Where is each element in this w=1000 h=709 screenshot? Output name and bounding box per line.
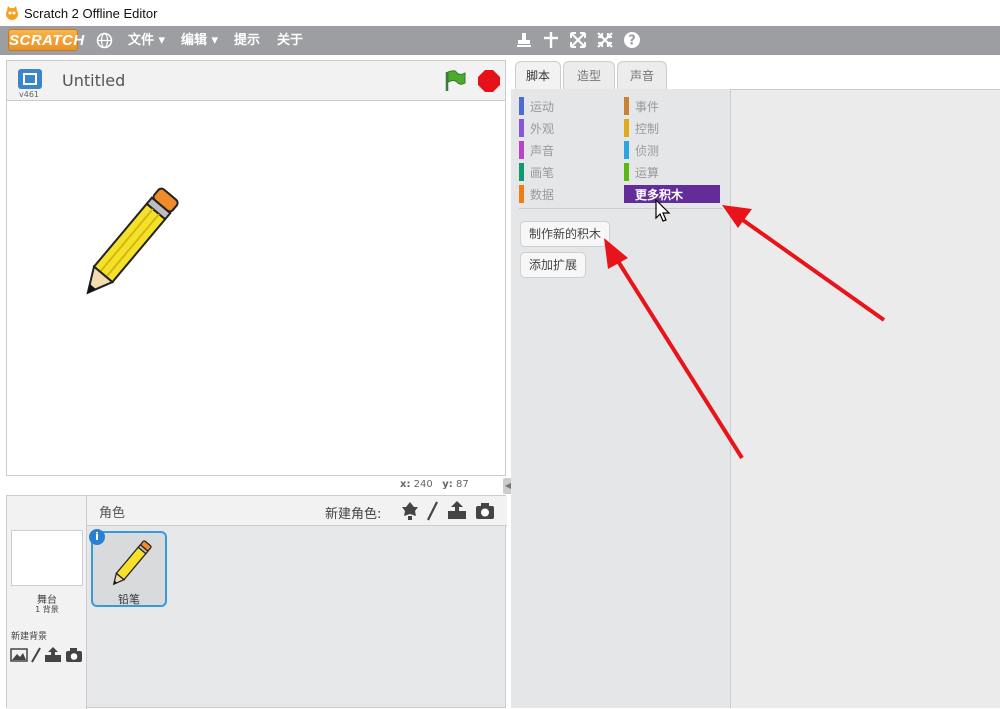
version-label: v461 — [19, 90, 40, 99]
category-label: 控制 — [635, 121, 660, 136]
category-color-bar — [624, 163, 629, 181]
sprite-list-header: 角色 新建角色: — [87, 496, 507, 526]
duplicate-stamp-icon[interactable] — [515, 31, 533, 49]
category-label: 声音 — [530, 143, 555, 158]
menu-file[interactable]: 文件 ▾ — [128, 26, 165, 55]
category-label: 运动 — [530, 99, 555, 114]
pencil-sprite-image[interactable] — [67, 179, 187, 314]
sprite-library-icon[interactable] — [401, 501, 419, 521]
category-events[interactable]: 事件 — [624, 97, 724, 115]
window-title: Scratch 2 Offline Editor — [24, 5, 158, 21]
upload-sprite-icon[interactable] — [447, 501, 467, 521]
script-area[interactable] — [731, 89, 1000, 708]
palette-divider — [519, 208, 723, 209]
backdrop-library-icon[interactable] — [10, 647, 28, 663]
sprite-panel: 舞台 1 背景 新建背景 角色 新建角色: 铅笔 i — [6, 495, 507, 709]
new-backdrop-label: 新建背景 — [11, 632, 48, 642]
tab-costumes[interactable]: 造型 — [563, 61, 615, 89]
scratch-logo[interactable]: SCRATCH — [8, 29, 84, 51]
category-operators[interactable]: 运算 — [624, 163, 724, 181]
category-data[interactable]: 数据 — [519, 185, 619, 203]
tab-sounds[interactable]: 声音 — [617, 61, 667, 89]
menu-edit[interactable]: 编辑 ▾ — [181, 26, 218, 55]
category-list-right: 事件 控制 侦测 运算 更多积木 — [624, 97, 724, 203]
category-pen[interactable]: 画笔 — [519, 163, 619, 181]
editor-tabs: 脚本 造型 声音 — [511, 55, 1000, 89]
project-title-field[interactable]: Untitled — [62, 71, 125, 90]
green-flag-icon[interactable] — [443, 69, 467, 93]
globe-icon[interactable] — [96, 32, 113, 49]
category-label: 运算 — [635, 165, 660, 180]
window-titlebar: Scratch 2 Offline Editor — [0, 0, 1000, 26]
help-icon[interactable]: ? — [623, 31, 641, 49]
tab-scripts[interactable]: 脚本 — [515, 61, 561, 89]
menu-tips[interactable]: 提示 — [234, 26, 260, 55]
paint-backdrop-icon[interactable] — [30, 647, 42, 663]
mouse-coordinates: x: 240 y: 87 — [400, 479, 469, 490]
shrink-icon[interactable] — [596, 31, 614, 49]
stage-header: v461 Untitled — [6, 60, 506, 100]
category-sensing[interactable]: 侦测 — [624, 141, 724, 159]
category-color-bar — [624, 119, 629, 137]
add-extension-button[interactable]: 添加扩展 — [520, 252, 587, 278]
sprite-info-icon[interactable]: i — [89, 529, 105, 545]
category-label: 数据 — [530, 187, 555, 202]
category-color-bar — [624, 185, 629, 203]
coord-y-label: y: — [442, 479, 453, 490]
stage-thumbnail-column: 舞台 1 背景 新建背景 — [7, 496, 87, 709]
sprites-label: 角色 — [99, 506, 126, 521]
stage-thumbnail[interactable] — [11, 530, 83, 586]
svg-text:?: ? — [628, 34, 636, 49]
sprite-name-label: 铅笔 — [118, 593, 140, 606]
category-sound[interactable]: 声音 — [519, 141, 619, 159]
new-sprite-label: 新建角色: — [325, 507, 382, 522]
category-control[interactable]: 控制 — [624, 119, 724, 137]
category-looks[interactable]: 外观 — [519, 119, 619, 137]
scratch-cat-icon — [6, 6, 18, 20]
menu-bar: SCRATCH 文件 ▾ 编辑 ▾ 提示 关于 ? — [0, 26, 1000, 55]
category-color-bar — [624, 97, 629, 115]
category-color-bar — [519, 185, 524, 203]
category-color-bar — [519, 141, 524, 159]
make-a-block-button[interactable]: 制作新的积木 — [520, 221, 611, 247]
coord-x-value: 240 — [413, 479, 433, 490]
grow-icon[interactable] — [569, 31, 587, 49]
category-color-bar — [519, 163, 524, 181]
presentation-mode-icon[interactable] — [17, 68, 43, 90]
category-color-bar — [519, 119, 524, 137]
stop-sign-icon[interactable] — [477, 69, 501, 93]
category-motion[interactable]: 运动 — [519, 97, 619, 115]
category-list-left: 运动 外观 声音 画笔 数据 — [519, 97, 619, 203]
category-color-bar — [624, 141, 629, 159]
cut-scissors-icon[interactable] — [542, 31, 560, 49]
category-label: 外观 — [530, 121, 555, 136]
category-color-bar — [519, 97, 524, 115]
stage-canvas[interactable] — [6, 100, 506, 476]
pencil-thumbnail-icon — [112, 540, 152, 586]
upload-backdrop-icon[interactable] — [44, 647, 62, 663]
coord-y-value: 87 — [456, 479, 469, 490]
camera-backdrop-icon[interactable] — [65, 647, 83, 663]
camera-sprite-icon[interactable] — [475, 501, 495, 521]
mouse-cursor-icon — [655, 199, 671, 222]
category-more-blocks[interactable]: 更多积木 — [624, 185, 720, 203]
paint-sprite-icon[interactable] — [425, 501, 439, 521]
category-label: 侦测 — [635, 143, 660, 158]
category-label: 画笔 — [530, 165, 555, 180]
block-palette: 运动 外观 声音 画笔 数据 事件 控制 侦测 运算 更多积木 制作新的积木 添… — [511, 89, 731, 708]
coord-x-label: x: — [400, 479, 411, 490]
menu-about[interactable]: 关于 — [277, 26, 303, 55]
stage-backdrop-count: 1 背景 — [35, 605, 59, 614]
category-label: 事件 — [635, 99, 660, 114]
